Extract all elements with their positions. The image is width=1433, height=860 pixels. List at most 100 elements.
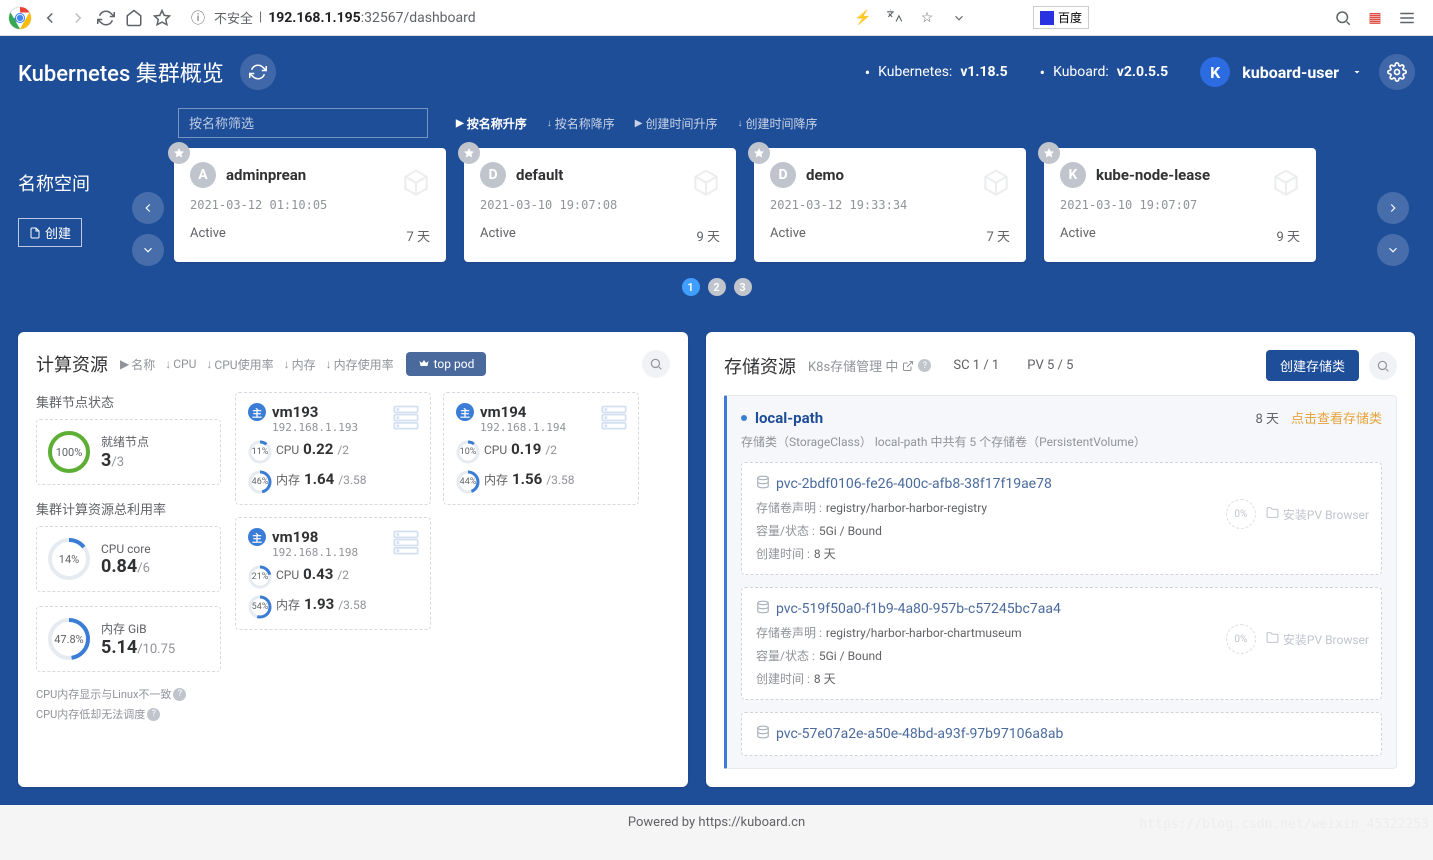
ready-ring: 100% bbox=[47, 430, 91, 474]
storage-search-button[interactable] bbox=[1369, 352, 1397, 380]
server-icon bbox=[392, 528, 420, 560]
sort-time-asc[interactable]: ▶创建时间升序 bbox=[631, 113, 722, 134]
namespace-filter-input[interactable] bbox=[178, 108, 428, 138]
namespace-name: demo bbox=[806, 166, 844, 184]
node-card[interactable]: 主 vm198 192.168.1.198 21%CPU 0.43/2 54%内… bbox=[235, 517, 431, 630]
sort-mem[interactable]: ↓内存 bbox=[284, 356, 316, 373]
namespace-time: 2021-03-12 19:33:34 bbox=[770, 198, 1010, 212]
help-icon: ? bbox=[173, 688, 186, 701]
view-storageclass-link[interactable]: 点击查看存储类 bbox=[1291, 408, 1382, 427]
note-cpu-linux[interactable]: CPU内存显示与Linux不一致? bbox=[36, 686, 221, 702]
pv-list: pvc-2bdf0106-fe26-400c-afb8-38f17f19ae78… bbox=[741, 462, 1382, 756]
node-name: vm193 bbox=[272, 403, 318, 421]
star-icon[interactable] bbox=[152, 8, 172, 28]
namespace-letter: D bbox=[770, 162, 796, 188]
help-icon[interactable]: ? bbox=[918, 359, 931, 372]
forward-icon[interactable] bbox=[68, 8, 88, 28]
baidu-search-box[interactable]: 百度 bbox=[1033, 6, 1089, 29]
node-badge-icon: 主 bbox=[248, 528, 266, 546]
node-card[interactable]: 主 vm194 192.168.1.194 10%CPU 0.19/2 44%内… bbox=[443, 392, 639, 505]
pv-name-link[interactable]: pvc-2bdf0106-fe26-400c-afb8-38f17f19ae78 bbox=[756, 475, 1367, 493]
back-icon[interactable] bbox=[40, 8, 60, 28]
cube-icon bbox=[400, 168, 432, 200]
storageclass-desc: 存储类（StorageClass） local-path 中共有 5 个存储卷（… bbox=[741, 433, 1382, 450]
ready-nodes-stat[interactable]: 100% 就绪节点 3/3 bbox=[36, 419, 221, 485]
info-icon: ⓘ bbox=[188, 8, 208, 28]
namespace-time: 2021-03-12 01:10:05 bbox=[190, 198, 430, 212]
sort-name[interactable]: ▶名称 bbox=[120, 356, 155, 373]
reload-icon[interactable] bbox=[96, 8, 116, 28]
search-icon[interactable] bbox=[1333, 8, 1353, 28]
carousel-prev-button[interactable] bbox=[132, 192, 164, 224]
compute-sort: ▶名称 ↓CPU ↓CPU使用率 ↓内存 ↓内存使用率 bbox=[120, 356, 394, 373]
namespace-status: Active bbox=[190, 226, 226, 245]
sc-count: SC 1 / 1 bbox=[953, 358, 999, 373]
install-pv-browser-link[interactable]: 安装PV Browser bbox=[1266, 631, 1369, 648]
cpu-total-stat[interactable]: 14% CPU core 0.84/6 bbox=[36, 526, 221, 592]
sort-name-asc[interactable]: ▶按名称升序 bbox=[452, 113, 531, 134]
install-pv-browser-link[interactable]: 安装PV Browser bbox=[1266, 506, 1369, 523]
mem-total-stat[interactable]: 47.8% 内存 GiB 5.14/10.75 bbox=[36, 606, 221, 672]
refresh-button[interactable] bbox=[240, 54, 276, 90]
pager-dot[interactable]: 2 bbox=[708, 278, 726, 296]
user-avatar: K bbox=[1200, 57, 1230, 87]
namespace-card[interactable]: A adminprean 2021-03-12 01:10:05 Active … bbox=[174, 148, 446, 262]
favorite-star-icon[interactable] bbox=[748, 142, 770, 164]
carousel-down-button[interactable] bbox=[132, 234, 164, 266]
note-cpu-schedule[interactable]: CPU内存低却无法调度? bbox=[36, 706, 221, 722]
sort-mem-util[interactable]: ↓内存使用率 bbox=[326, 356, 394, 373]
namespace-card[interactable]: K kube-node-lease 2021-03-10 19:07:07 Ac… bbox=[1044, 148, 1316, 262]
favorite-star-icon[interactable] bbox=[168, 142, 190, 164]
menu-icon[interactable] bbox=[1397, 8, 1417, 28]
storage-sub[interactable]: K8s存储管理 中 ? bbox=[808, 356, 931, 375]
pv-count: PV 5 / 5 bbox=[1027, 358, 1073, 373]
compute-search-button[interactable] bbox=[642, 350, 670, 378]
carousel-down-button-2[interactable] bbox=[1377, 234, 1409, 266]
node-mem-val: 1.64 bbox=[304, 470, 334, 488]
namespace-time: 2021-03-10 19:07:08 bbox=[480, 198, 720, 212]
kuboard-version: Kuboard: v2.0.5.5 bbox=[1040, 63, 1169, 82]
favorite-star-icon[interactable] bbox=[1038, 142, 1060, 164]
footer-link[interactable]: https://kuboard.cn bbox=[698, 815, 805, 830]
top-pod-button[interactable]: top pod bbox=[406, 352, 487, 376]
url-path: :32567/dashboard bbox=[361, 10, 476, 26]
cluster-stats: 集群节点状态 100% 就绪节点 3/3 集群计算资源总利用率 bbox=[36, 392, 221, 722]
chevron-down-icon[interactable] bbox=[949, 8, 969, 28]
namespace-card[interactable]: D demo 2021-03-12 19:33:34 Active 7 天 bbox=[754, 148, 1026, 262]
pv-name-link[interactable]: pvc-519f50a0-f1b9-4a80-957b-c57245bc7aa4 bbox=[756, 600, 1367, 618]
pager-dot[interactable]: 1 bbox=[682, 278, 700, 296]
sort-time-desc[interactable]: ↓创建时间降序 bbox=[733, 113, 821, 134]
dashboard-root: Kubernetes 集群概览 Kubernetes: v1.18.5 Kubo… bbox=[0, 36, 1433, 805]
cube-icon bbox=[980, 168, 1012, 200]
caret-down-icon bbox=[1351, 66, 1363, 78]
pv-card: pvc-57e07a2e-a50e-48bd-a93f-97b97106a8ab bbox=[741, 712, 1382, 756]
server-icon bbox=[600, 403, 628, 435]
user-menu[interactable]: K kuboard-user bbox=[1200, 57, 1363, 87]
server-icon bbox=[392, 403, 420, 435]
pdf-icon[interactable]: ▦ bbox=[1365, 8, 1385, 28]
pv-pct-ring: 0% bbox=[1226, 499, 1256, 529]
node-name: vm194 bbox=[480, 403, 526, 421]
create-namespace-button[interactable]: 创建 bbox=[18, 218, 82, 247]
settings-button[interactable] bbox=[1379, 54, 1415, 90]
node-list: 主 vm193 192.168.1.193 11%CPU 0.22/2 46%内… bbox=[235, 392, 670, 722]
sort-cpu[interactable]: ↓CPU bbox=[165, 356, 196, 373]
bookmark-star-icon[interactable]: ☆ bbox=[917, 8, 937, 28]
pv-name-link[interactable]: pvc-57e07a2e-a50e-48bd-a93f-97b97106a8ab bbox=[756, 725, 1367, 743]
address-bar[interactable]: ⓘ 不安全 | 192.168.1.195:32567/dashboard bbox=[180, 4, 837, 32]
create-storageclass-button[interactable]: 创建存储类 bbox=[1266, 350, 1359, 381]
translate-icon[interactable] bbox=[885, 8, 905, 28]
storageclass-name[interactable]: local-path bbox=[755, 409, 823, 427]
node-mem-val: 1.56 bbox=[512, 470, 542, 488]
sort-cpu-util[interactable]: ↓CPU使用率 bbox=[206, 356, 273, 373]
favorite-star-icon[interactable] bbox=[458, 142, 480, 164]
home-icon[interactable] bbox=[124, 8, 144, 28]
flash-icon[interactable]: ⚡ bbox=[853, 8, 873, 28]
sort-name-desc[interactable]: ↓按名称降序 bbox=[543, 113, 619, 134]
pager-dot[interactable]: 3 bbox=[734, 278, 752, 296]
namespace-age: 7 天 bbox=[986, 226, 1010, 245]
page-title: Kubernetes 集群概览 bbox=[18, 56, 224, 88]
carousel-next-button[interactable] bbox=[1377, 192, 1409, 224]
namespace-card[interactable]: D default 2021-03-10 19:07:08 Active 9 天 bbox=[464, 148, 736, 262]
node-card[interactable]: 主 vm193 192.168.1.193 11%CPU 0.22/2 46%内… bbox=[235, 392, 431, 505]
